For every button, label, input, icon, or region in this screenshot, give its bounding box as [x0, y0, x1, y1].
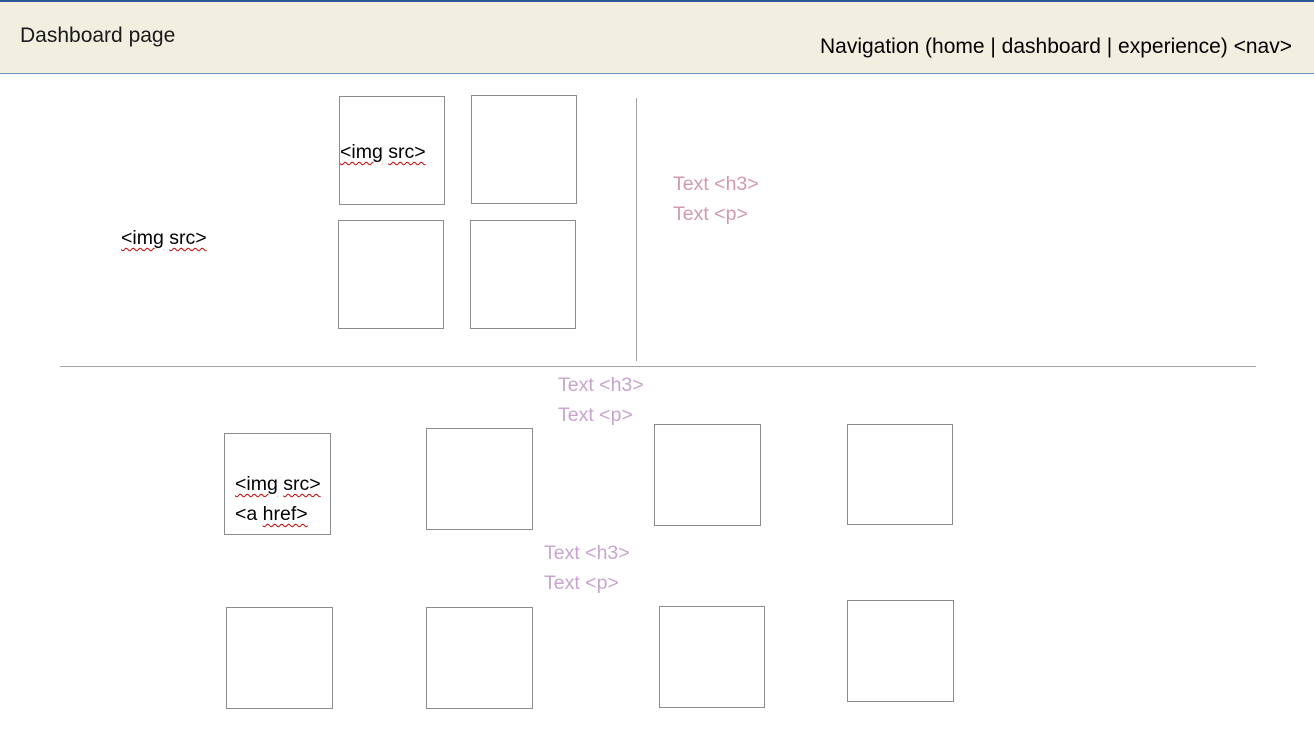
page-title: Dashboard page: [20, 24, 176, 47]
card-row1-box-1: <img src> <a href>: [224, 433, 331, 535]
card-row1-box-4: [847, 424, 953, 525]
vertical-divider: [636, 98, 637, 361]
text-h3-label: Text <h3>: [558, 374, 644, 396]
text-block-middle: Text <h3> Text <p>: [558, 370, 644, 430]
src-attr-label: src>: [388, 141, 426, 163]
top-grid-box-2: [471, 95, 577, 204]
text-p-label: Text <p>: [544, 572, 619, 594]
text-p-label: Text <p>: [558, 404, 633, 426]
card-row2-box-4: [847, 600, 954, 702]
text-block-top: Text <h3> Text <p>: [673, 169, 759, 229]
img-tag-label: <img: [235, 473, 278, 495]
card-image-link-labels: <img src> <a href>: [235, 469, 321, 529]
hero-image-placeholder: <img src>: [121, 227, 207, 250]
card-row2-box-2: [426, 607, 533, 709]
top-grid-box-1: <img src>: [339, 96, 445, 205]
top-grid-box-3: [338, 220, 444, 329]
card-row1-box-2: [426, 428, 533, 530]
text-h3-label: Text <h3>: [544, 542, 630, 564]
horizontal-divider: [60, 366, 1256, 367]
a-tag-label: <a: [235, 503, 258, 525]
header-bar: Dashboard page Navigation (home | dashbo…: [0, 0, 1314, 74]
img-tag-label: <img: [340, 141, 383, 163]
text-block-bottom: Text <h3> Text <p>: [544, 538, 630, 598]
src-attr-label: src>: [169, 227, 207, 249]
href-attr-label: href>: [262, 503, 308, 525]
img-tag-label: <img: [121, 227, 164, 249]
navigation-placeholder: Navigation (home | dashboard | experienc…: [819, 35, 1292, 58]
box-image-label: <img src>: [340, 137, 426, 167]
text-h3-label: Text <h3>: [673, 173, 759, 195]
card-row1-box-3: [654, 424, 761, 526]
src-attr-label: src>: [283, 473, 321, 495]
card-row2-box-3: [659, 606, 765, 708]
text-p-label: Text <p>: [673, 203, 748, 225]
top-grid-box-4: [470, 220, 576, 329]
card-row2-box-1: [226, 607, 333, 709]
